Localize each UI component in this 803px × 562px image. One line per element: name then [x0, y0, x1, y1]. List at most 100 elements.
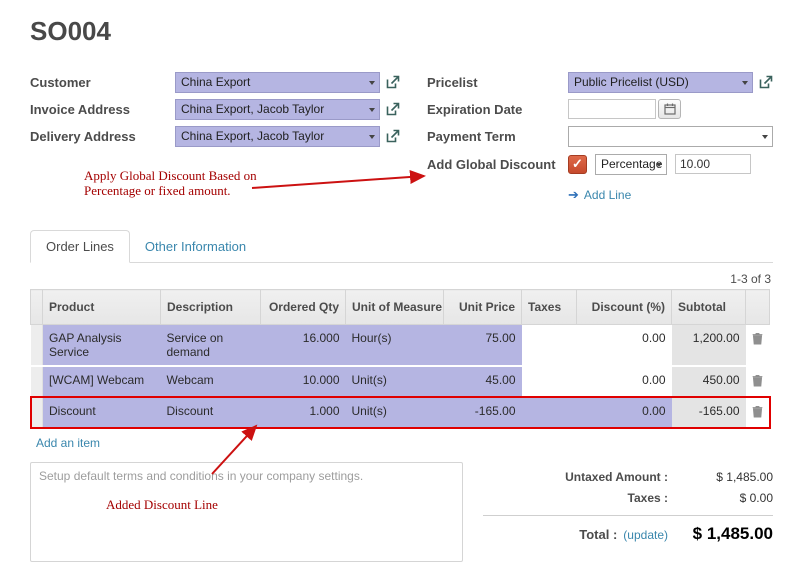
calendar-icon[interactable] — [658, 99, 681, 119]
delivery-address-select[interactable]: China Export, Jacob Taylor — [175, 126, 380, 147]
cell-subtotal: -165.00 — [672, 397, 746, 428]
add-line-link[interactable]: ➔ Add Line — [568, 187, 631, 203]
total-label: Total : — [579, 527, 617, 542]
check-icon: ✓ — [572, 156, 583, 172]
chevron-down-icon — [762, 135, 768, 139]
customer-select[interactable]: China Export — [175, 72, 380, 93]
cell-product[interactable]: [WCAM] Webcam — [43, 366, 161, 397]
col-unit-price[interactable]: Unit Price — [444, 290, 522, 325]
tab-order-lines[interactable]: Order Lines — [30, 230, 130, 263]
cell-price[interactable]: 75.00 — [444, 325, 522, 367]
cell-price[interactable]: -165.00 — [444, 397, 522, 428]
external-link-icon[interactable] — [385, 102, 400, 117]
cell-uom[interactable]: Hour(s) — [346, 325, 444, 367]
add-an-item-link[interactable]: Add an item — [30, 429, 106, 457]
order-lines-table: Product Description Ordered Qty Unit of … — [30, 289, 770, 429]
untaxed-amount-row: Untaxed Amount : $ 1,485.00 — [483, 470, 773, 484]
row-drag-handle[interactable] — [31, 325, 43, 367]
cell-description[interactable]: Webcam — [161, 366, 261, 397]
invoice-address-select[interactable]: China Export, Jacob Taylor — [175, 99, 380, 120]
customer-value: China Export — [181, 75, 250, 89]
col-subtotal[interactable]: Subtotal — [672, 290, 746, 325]
discount-type-select[interactable]: Percentage — [595, 154, 667, 175]
page-title: SO004 — [30, 16, 773, 47]
cell-description[interactable]: Discount — [161, 397, 261, 428]
cell-subtotal: 1,200.00 — [672, 325, 746, 367]
table-row[interactable]: GAP Analysis Service Service on demand 1… — [31, 325, 770, 367]
cell-uom[interactable]: Unit(s) — [346, 366, 444, 397]
col-description[interactable]: Description — [161, 290, 261, 325]
table-row[interactable]: [WCAM] Webcam Webcam 10.000 Unit(s) 45.0… — [31, 366, 770, 397]
discount-type-value: Percentage — [601, 157, 662, 171]
cell-qty[interactable]: 16.000 — [261, 325, 346, 367]
pricelist-label: Pricelist — [427, 75, 568, 90]
cell-taxes[interactable] — [522, 325, 577, 367]
delete-row-icon[interactable] — [746, 325, 770, 367]
form-left-column: Customer China Export Invoice Address Ch… — [30, 71, 427, 204]
expiration-date-input[interactable] — [568, 99, 656, 119]
cell-uom[interactable]: Unit(s) — [346, 397, 444, 428]
chevron-down-icon — [656, 163, 662, 167]
row-drag-handle[interactable] — [31, 366, 43, 397]
delete-row-icon[interactable] — [746, 366, 770, 397]
cell-description[interactable]: Service on demand — [161, 325, 261, 367]
col-ordered-qty[interactable]: Ordered Qty — [261, 290, 346, 325]
tab-other-information[interactable]: Other Information — [130, 231, 261, 262]
global-discount-checkbox[interactable]: ✓ — [568, 155, 587, 174]
col-product[interactable]: Product — [43, 290, 161, 325]
customer-label: Customer — [30, 75, 175, 90]
delivery-address-value: China Export, Jacob Taylor — [181, 129, 324, 143]
global-discount-label: Add Global Discount — [427, 157, 568, 172]
invoice-address-value: China Export, Jacob Taylor — [181, 102, 324, 116]
pricelist-row: Pricelist Public Pricelist (USD) — [427, 71, 773, 93]
taxes-value: $ 0.00 — [668, 491, 773, 505]
cell-price[interactable]: 45.00 — [444, 366, 522, 397]
pager[interactable]: 1-3 of 3 — [32, 272, 771, 286]
order-form: Customer China Export Invoice Address Ch… — [30, 71, 773, 204]
taxes-label: Taxes : — [628, 491, 668, 505]
sales-order-page: SO004 Customer China Export Invoice Addr… — [0, 0, 803, 545]
cell-qty[interactable]: 1.000 — [261, 397, 346, 428]
bottom-section: Setup default terms and conditions in yo… — [30, 462, 773, 562]
customer-row: Customer China Export — [30, 71, 427, 93]
row-drag-handle[interactable] — [31, 397, 43, 428]
cell-product[interactable]: Discount — [43, 397, 161, 428]
external-link-icon[interactable] — [385, 75, 400, 90]
payment-term-row: Payment Term — [427, 125, 773, 147]
discount-amount-input[interactable] — [675, 154, 751, 174]
cell-product[interactable]: GAP Analysis Service — [43, 325, 161, 367]
payment-term-select[interactable] — [568, 126, 773, 147]
cell-subtotal: 450.00 — [672, 366, 746, 397]
pricelist-select[interactable]: Public Pricelist (USD) — [568, 72, 753, 93]
cell-discount[interactable]: 0.00 — [577, 397, 672, 428]
col-unit-of-measure[interactable]: Unit of Measure — [346, 290, 444, 325]
invoice-address-label: Invoice Address — [30, 102, 175, 117]
terms-notes-input[interactable]: Setup default terms and conditions in yo… — [30, 462, 463, 562]
cell-taxes[interactable] — [522, 366, 577, 397]
pricelist-value: Public Pricelist (USD) — [574, 75, 689, 89]
table-row-discount[interactable]: Discount Discount 1.000 Unit(s) -165.00 … — [31, 397, 770, 428]
taxes-row: Taxes : $ 0.00 — [483, 491, 773, 505]
cell-qty[interactable]: 10.000 — [261, 366, 346, 397]
cell-discount[interactable]: 0.00 — [577, 366, 672, 397]
notebook-tabs: Order Lines Other Information — [30, 230, 773, 263]
payment-term-label: Payment Term — [427, 129, 568, 144]
arrow-right-icon: ➔ — [568, 187, 579, 203]
external-link-icon[interactable] — [385, 129, 400, 144]
col-taxes[interactable]: Taxes — [522, 290, 577, 325]
col-discount[interactable]: Discount (%) — [577, 290, 672, 325]
update-total-link[interactable]: (update) — [623, 528, 668, 542]
chevron-down-icon — [369, 135, 375, 139]
delete-row-icon[interactable] — [746, 397, 770, 428]
external-link-icon[interactable] — [758, 75, 773, 90]
cell-taxes[interactable] — [522, 397, 577, 428]
chevron-down-icon — [369, 81, 375, 85]
global-discount-row: Add Global Discount ✓ Percentage — [427, 152, 773, 176]
form-right-column: Pricelist Public Pricelist (USD) Expirat… — [427, 71, 773, 204]
cell-discount[interactable]: 0.00 — [577, 325, 672, 367]
table-header-row: Product Description Ordered Qty Unit of … — [31, 290, 770, 325]
expiration-date-row: Expiration Date — [427, 98, 773, 120]
delete-column-header — [746, 290, 770, 325]
total-value: $ 1,485.00 — [668, 524, 773, 544]
expiration-date-label: Expiration Date — [427, 102, 568, 117]
